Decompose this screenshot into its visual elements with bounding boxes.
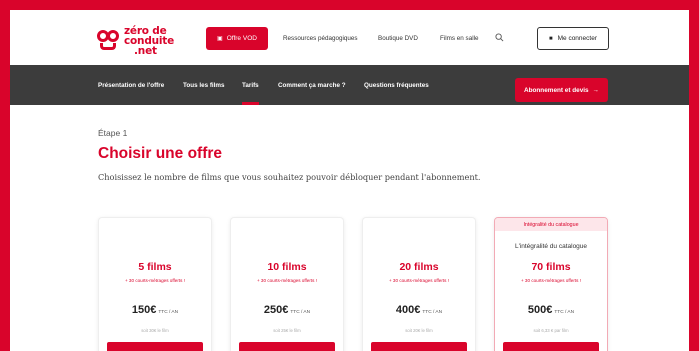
offer-price: 500€ TTC / AN xyxy=(495,304,607,316)
offer-description: L'intégralité du catalogue xyxy=(514,243,588,250)
offer-per-film: soit 30€ le film xyxy=(141,328,169,333)
offer-banner: Intégralité du catalogue xyxy=(495,218,607,231)
page-title: Choisir une offre xyxy=(98,145,223,162)
offer-name: 70 films xyxy=(531,261,571,273)
tab-tarifs[interactable]: Tarifs xyxy=(242,65,259,105)
offer-price-value: 150€ xyxy=(131,304,157,316)
logo-text: zéro de conduite .net xyxy=(124,26,174,57)
offre-vod-button[interactable]: ▣ Offre VOD xyxy=(206,27,268,50)
offer-per-film: soit 20€ le film xyxy=(405,328,433,333)
site-logo[interactable]: zéro de conduite .net xyxy=(97,26,174,56)
offer-bonus: + 30 courts-métrages offerts ! xyxy=(256,278,318,283)
offer-price: 250€ TTC / AN xyxy=(231,304,343,316)
step-label: Étape 1 xyxy=(98,128,128,138)
offer-price-value: 250€ xyxy=(263,304,289,316)
offer-price-value: 400€ xyxy=(395,304,421,316)
film-icon: ▣ xyxy=(217,36,223,42)
offer-price: 400€ TTC / AN xyxy=(363,304,475,316)
offer-price-unit: TTC / AN xyxy=(290,310,311,315)
tab-questions-frequentes[interactable]: Questions fréquentes xyxy=(364,65,429,105)
offer-bonus: + 30 courts-métrages offerts ! xyxy=(520,278,582,283)
offer-name: 5 films xyxy=(138,261,172,273)
top-header: zéro de conduite .net ▣ Offre VOD Ressou… xyxy=(10,10,689,65)
page-subtitle: Choisissez le nombre de films que vous s… xyxy=(98,172,481,182)
offer-select-button[interactable] xyxy=(239,342,335,351)
nav-boutique-dvd[interactable]: Boutique DVD xyxy=(378,35,418,42)
offer-per-film: soit 6,33 € par film xyxy=(533,328,569,333)
sub-navigation: Présentation de l'offre Tous les films T… xyxy=(10,65,689,105)
offer-card-70-films[interactable]: Intégralité du catalogue L'intégralité d… xyxy=(494,217,608,351)
logo-icon xyxy=(97,30,119,52)
offer-price: 150€ TTC / AN xyxy=(99,304,211,316)
offer-price-unit: TTC / AN xyxy=(554,310,575,315)
tab-tous-les-films[interactable]: Tous les films xyxy=(183,65,225,105)
connect-button[interactable]: ■ Me connecter xyxy=(537,27,609,50)
offer-price-value: 500€ xyxy=(527,304,553,316)
offer-name: 20 films xyxy=(399,261,439,273)
abonnement-devis-label: Abonnement et devis xyxy=(523,86,589,94)
offer-bonus: + 30 courts-métrages offerts ! xyxy=(124,278,186,283)
nav-films-en-salle[interactable]: Films en salle xyxy=(440,35,479,42)
tab-comment-ca-marche[interactable]: Comment ça marche ? xyxy=(278,65,346,105)
offer-select-button[interactable] xyxy=(503,342,599,351)
offer-card-5-films[interactable]: 5 films + 30 courts-métrages offerts ! 1… xyxy=(98,217,212,351)
offer-per-film: soit 25€ le film xyxy=(273,328,301,333)
page-frame: zéro de conduite .net ▣ Offre VOD Ressou… xyxy=(10,10,689,351)
offre-vod-label: Offre VOD xyxy=(226,35,257,42)
logo-line-3: .net xyxy=(134,45,157,57)
tab-presentation[interactable]: Présentation de l'offre xyxy=(98,65,164,105)
search-icon[interactable] xyxy=(495,33,504,42)
offer-price-unit: TTC / AN xyxy=(158,310,179,315)
nav-ressources[interactable]: Ressources pédagogiques xyxy=(283,35,358,42)
offer-price-unit: TTC / AN xyxy=(422,310,443,315)
offer-card-20-films[interactable]: 20 films + 30 courts-métrages offerts ! … xyxy=(362,217,476,351)
abonnement-devis-button[interactable]: Abonnement et devis → xyxy=(515,78,608,102)
offer-select-button[interactable] xyxy=(371,342,467,351)
offer-select-button[interactable] xyxy=(107,342,203,351)
offer-name: 10 films xyxy=(267,261,307,273)
offer-card-10-films[interactable]: 10 films + 30 courts-métrages offerts ! … xyxy=(230,217,344,351)
offer-bonus: + 30 courts-métrages offerts ! xyxy=(388,278,450,283)
arrow-right-icon: → xyxy=(592,86,600,94)
user-icon: ■ xyxy=(548,35,553,42)
connect-label: Me connecter xyxy=(557,35,597,42)
